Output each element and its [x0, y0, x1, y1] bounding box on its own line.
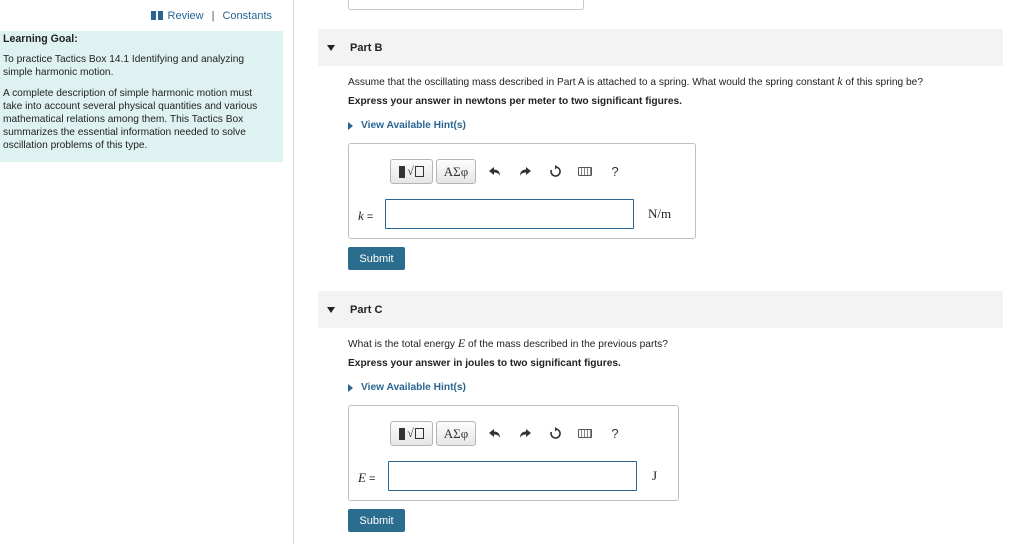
math-toolbar: √ ΑΣφ ? — [390, 159, 630, 184]
nav-separator: | — [211, 9, 215, 22]
part-c-title: Part C — [350, 303, 383, 316]
part-b-unit: N/m — [648, 206, 672, 221]
templates-icon: √ — [399, 426, 424, 441]
redo-icon[interactable] — [510, 421, 540, 446]
part-c-question: What is the total energy E of the mass d… — [348, 336, 668, 350]
previous-answer-box — [348, 0, 584, 10]
redo-icon[interactable] — [510, 159, 540, 184]
part-c-variable-label: E = — [358, 470, 376, 485]
part-c-unit: J — [652, 468, 658, 483]
learning-goal-heading: Learning Goal: — [3, 33, 78, 45]
templates-icon: √ — [399, 164, 424, 179]
undo-icon[interactable] — [480, 421, 510, 446]
expand-triangle-icon — [348, 121, 353, 130]
book-icon — [150, 11, 163, 20]
part-c-header[interactable]: Part C — [318, 291, 1003, 328]
reset-icon[interactable] — [540, 159, 570, 184]
reset-icon[interactable] — [540, 421, 570, 446]
review-link[interactable]: Review — [168, 10, 204, 22]
expand-triangle-icon — [348, 383, 353, 392]
keyboard-icon[interactable] — [570, 159, 600, 184]
collapse-triangle-icon[interactable] — [327, 306, 335, 313]
help-icon[interactable]: ? — [600, 421, 630, 446]
collapse-triangle-icon[interactable] — [327, 44, 335, 51]
part-b-hint-toggle[interactable]: View Available Hint(s) — [348, 120, 466, 131]
part-b-instruction: Express your answer in newtons per meter… — [348, 96, 682, 107]
part-b-variable-label: k = — [358, 208, 374, 223]
help-icon[interactable]: ? — [600, 159, 630, 184]
constants-link[interactable]: Constants — [222, 10, 272, 22]
top-nav: Review | Constants — [0, 0, 283, 31]
part-c-hint-label: View Available Hint(s) — [361, 382, 466, 393]
part-c-answer-input[interactable] — [388, 461, 637, 491]
part-b-answer-box: √ ΑΣφ ? k = N/m — [348, 143, 696, 239]
part-c-instruction: Express your answer in joules to two sig… — [348, 358, 621, 369]
greek-symbols-button[interactable]: ΑΣφ — [436, 421, 476, 446]
part-b-hint-label: View Available Hint(s) — [361, 120, 466, 131]
part-b-header[interactable]: Part B — [318, 29, 1003, 66]
keyboard-icon[interactable] — [570, 421, 600, 446]
part-b-title: Part B — [350, 41, 383, 54]
learning-goal-panel: Learning Goal: To practice Tactics Box 1… — [0, 31, 283, 162]
undo-icon[interactable] — [480, 159, 510, 184]
learning-goal-description: A complete description of simple harmoni… — [3, 88, 258, 151]
math-templates-button[interactable]: √ — [390, 421, 433, 446]
math-templates-button[interactable]: √ — [390, 159, 433, 184]
part-c-answer-box: √ ΑΣφ ? E = J — [348, 405, 679, 501]
part-b-submit-button[interactable]: Submit — [348, 247, 405, 270]
math-toolbar: √ ΑΣφ ? — [390, 421, 630, 446]
part-c-submit-button[interactable]: Submit — [348, 509, 405, 532]
learning-goal-text: To practice Tactics Box 14.1 Identifying… — [3, 54, 245, 78]
page: Review | Constants Learning Goal: To pra… — [0, 0, 1024, 544]
column-divider — [293, 0, 294, 544]
part-b-answer-input[interactable] — [385, 199, 634, 229]
greek-symbols-button[interactable]: ΑΣφ — [436, 159, 476, 184]
part-c-hint-toggle[interactable]: View Available Hint(s) — [348, 382, 466, 393]
part-b-question: Assume that the oscillating mass describ… — [348, 74, 924, 88]
